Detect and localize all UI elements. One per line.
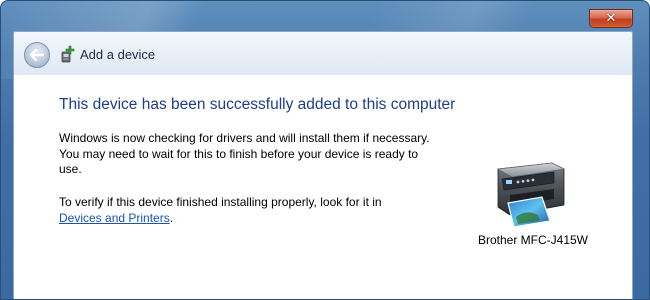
devices-and-printers-link[interactable]: Devices and Printers <box>59 211 170 225</box>
back-arrow-icon <box>30 49 44 61</box>
verify-message-period: . <box>169 210 174 225</box>
close-icon: ✕ <box>605 11 617 26</box>
success-heading: This device has been successfully added … <box>59 96 456 113</box>
device-name-label: Brother MFC-J415W <box>477 233 589 247</box>
title-bar[interactable]: ✕ <box>1 1 649 31</box>
driver-install-message: Windows is now checking for drivers and … <box>59 131 430 176</box>
printer-icon <box>497 162 565 227</box>
wizard-title: Add a device <box>80 47 156 62</box>
navigation-bar: Add a device <box>13 31 633 75</box>
add-device-icon <box>61 45 75 63</box>
close-button[interactable]: ✕ <box>589 9 633 28</box>
wizard-content-panel: This device has been successfully added … <box>13 75 633 299</box>
wizard-window: ✕ Add a device This device has been succ… <box>0 0 650 300</box>
back-button[interactable] <box>24 42 50 68</box>
verify-message-text: To verify if this device finished instal… <box>59 195 382 209</box>
verify-message: To verify if this device finished instal… <box>59 195 439 226</box>
